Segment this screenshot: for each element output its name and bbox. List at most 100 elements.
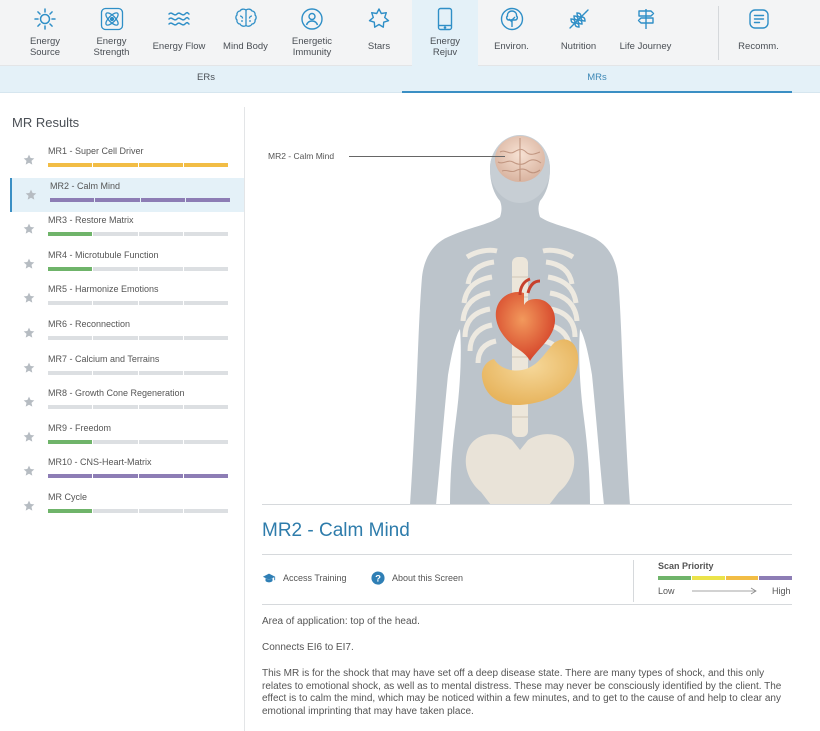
nav-energy-source[interactable]: Energy Source: [12, 0, 78, 66]
priority-segment: [93, 474, 138, 479]
star-icon[interactable]: [23, 431, 35, 443]
signpost-icon: [634, 7, 658, 31]
nav-label: Mind Body: [223, 41, 268, 52]
star-icon[interactable]: [23, 223, 35, 235]
nav-label: Energy Strength: [93, 36, 130, 58]
priority-segment: [183, 301, 228, 306]
mr-priority-bar: [48, 405, 228, 410]
priority-segment: [93, 301, 138, 306]
mr-results-sidebar: MR Results MR1 - Super Cell Driver MR2 - …: [0, 107, 245, 731]
mr-item-label: MR2 - Calm Mind: [50, 180, 121, 191]
nav-label: Energy Source: [29, 36, 61, 58]
nav-energy-strength[interactable]: Energy Strength: [78, 0, 145, 66]
star-icon[interactable]: [23, 465, 35, 477]
mr-list-item[interactable]: MR6 - Reconnection: [10, 316, 244, 350]
nav-environ[interactable]: Environ.: [478, 0, 545, 66]
mr-priority-bar: [48, 266, 228, 271]
waves-icon: [167, 7, 191, 31]
nav-nutrition[interactable]: Nutrition: [545, 0, 612, 66]
mr-priority-bar: [48, 370, 228, 375]
nav-label: Environ.: [494, 41, 529, 52]
sub-tabs: ERs MRs: [0, 66, 820, 93]
priority-segment: [138, 266, 183, 271]
priority-segment: [138, 163, 183, 167]
priority-segment: [93, 370, 138, 375]
priority-segment: [183, 336, 228, 340]
nav-energy-flow[interactable]: Energy Flow: [145, 0, 213, 66]
atom-icon: [100, 7, 124, 31]
nav-life-journey[interactable]: Life Journey: [612, 0, 679, 66]
mr-list-item[interactable]: MR5 - Harmonize Emotions: [10, 281, 244, 315]
priority-segment: [93, 439, 138, 444]
sun-icon: [33, 7, 57, 31]
tab-ers[interactable]: ERs: [10, 66, 402, 93]
star-icon[interactable]: [23, 292, 35, 304]
tablet-icon: [433, 7, 457, 31]
mr-priority-bar: [50, 197, 230, 202]
mr-item-label: MR Cycle: [48, 492, 88, 502]
priority-segment: [138, 509, 183, 513]
mr-list-item[interactable]: MR9 - Freedom: [10, 420, 244, 454]
paragraph-description: This MR is for the shock that may have s…: [262, 668, 782, 717]
star-icon[interactable]: [23, 396, 35, 408]
scan-priority-segment: [725, 576, 759, 580]
priority-segment: [48, 509, 93, 513]
scan-priority-low: Low: [658, 586, 675, 596]
about-screen-link[interactable]: ? About this Screen: [371, 571, 463, 585]
star-icon[interactable]: [23, 500, 35, 512]
star-icon[interactable]: [23, 362, 35, 374]
top-navigation: Energy Source Energy Strength Energy Flo…: [0, 0, 820, 66]
mr-item-label: MR1 - Super Cell Driver: [48, 146, 144, 156]
tree-icon: [500, 7, 524, 31]
nav-label: Energetic Immunity: [291, 36, 333, 58]
star-icon[interactable]: [25, 189, 37, 201]
sidebar-title: MR Results: [12, 115, 80, 130]
nav-energy-rejuv[interactable]: Energy Rejuv: [412, 0, 478, 66]
star-icon[interactable]: [23, 327, 35, 339]
nav-recomm[interactable]: Recomm.: [725, 0, 792, 66]
priority-segment: [138, 301, 183, 306]
about-screen-label: About this Screen: [392, 573, 464, 583]
mr-item-label: MR8 - Growth Cone Regeneration: [48, 388, 185, 399]
mr-list-item[interactable]: MR4 - Microtubule Function: [10, 247, 244, 281]
priority-segment: [183, 370, 228, 375]
priority-segment: [183, 232, 228, 237]
mr-priority-bar: [48, 509, 228, 513]
mr-list-item[interactable]: MR3 - Restore Matrix: [10, 212, 244, 246]
priority-segment: [183, 509, 228, 513]
mr-list-item[interactable]: MR1 - Super Cell Driver: [10, 143, 244, 177]
star-icon[interactable]: [23, 258, 35, 270]
priority-segment: [48, 474, 93, 479]
mr-list-item[interactable]: MR Cycle: [10, 489, 244, 523]
mr-item-label: MR4 - Microtubule Function: [48, 249, 159, 260]
svg-text:?: ?: [375, 574, 381, 585]
mr-item-label: MR6 - Reconnection: [48, 319, 131, 329]
scan-priority-title: Scan Priority: [658, 561, 714, 571]
star-icon[interactable]: [23, 154, 35, 166]
priority-segment: [48, 163, 93, 167]
access-training-link[interactable]: Access Training: [262, 571, 347, 585]
priority-segment: [93, 232, 138, 237]
mr-list-item[interactable]: MR10 - CNS-Heart-Matrix: [10, 454, 244, 488]
scan-priority-high: High: [772, 586, 791, 596]
mr-list-item[interactable]: MR8 - Growth Cone Regeneration: [10, 385, 244, 419]
nav-energetic-immunity[interactable]: Energetic Immunity: [278, 0, 346, 66]
priority-segment: [138, 405, 183, 410]
mr-item-label: MR3 - Restore Matrix: [48, 215, 134, 226]
priority-segment: [93, 509, 138, 513]
tab-mrs[interactable]: MRs: [402, 66, 792, 93]
mr-priority-bar: [48, 474, 228, 479]
nav-stars[interactable]: Stars: [346, 0, 412, 66]
priority-segment: [48, 301, 93, 306]
mr-list-item[interactable]: MR2 - Calm Mind: [10, 177, 244, 212]
mr-priority-bar: [48, 163, 228, 167]
nav-mind-body[interactable]: Mind Body: [213, 0, 278, 66]
nav-label: Recomm.: [738, 41, 779, 52]
mr-list-item[interactable]: MR7 - Calcium and Terrains: [10, 351, 244, 385]
mr-item-label: MR7 - Calcium and Terrains: [48, 353, 160, 364]
priority-segment: [138, 370, 183, 375]
priority-segment: [48, 405, 93, 410]
priority-segment: [48, 336, 93, 340]
star-burst-icon: [367, 7, 391, 31]
callout-line: [349, 156, 505, 157]
